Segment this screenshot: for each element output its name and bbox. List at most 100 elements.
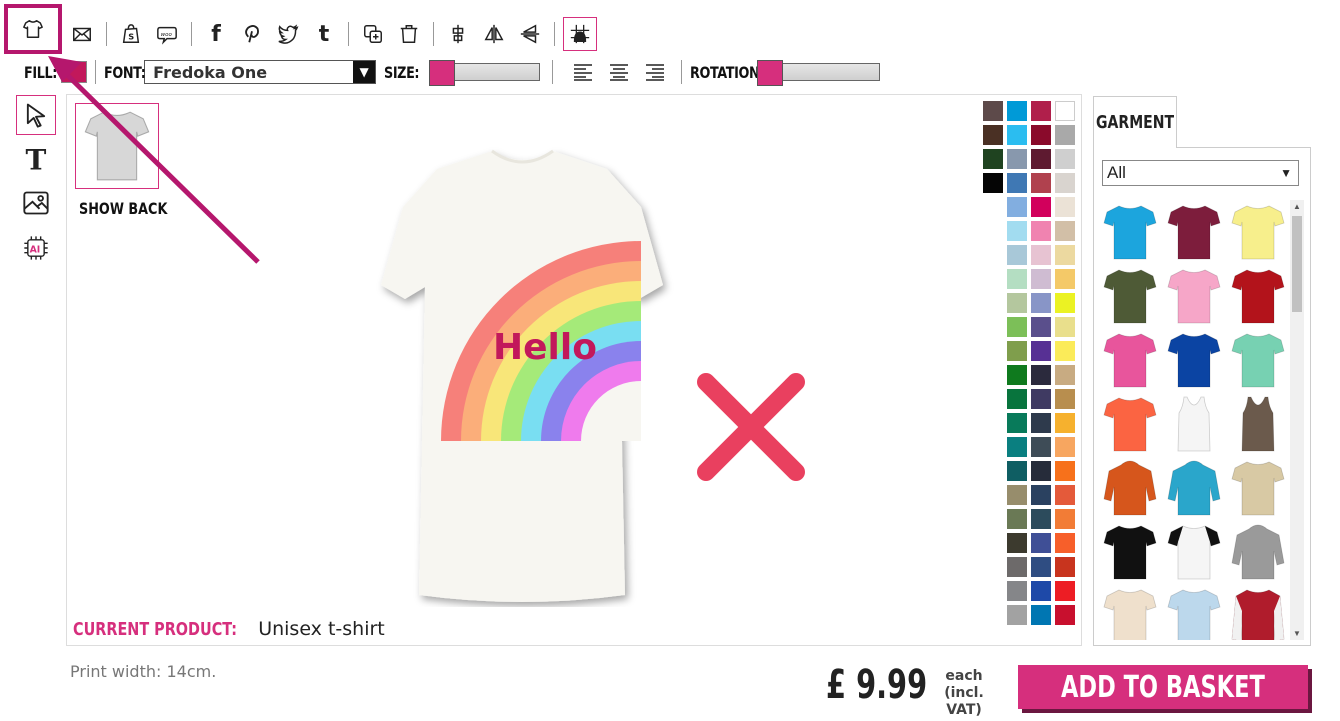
font-select[interactable]: Fredoka One ▼ [144, 60, 377, 84]
pinterest-button[interactable] [236, 18, 268, 50]
color-swatch[interactable] [1007, 365, 1027, 385]
garment-item-tshirt-coral[interactable] [1098, 392, 1162, 456]
color-swatch[interactable] [1031, 509, 1051, 529]
color-swatch[interactable] [1007, 437, 1027, 457]
garment-item-tshirt-fuchsia[interactable] [1098, 328, 1162, 392]
size-slider-handle[interactable] [429, 60, 456, 86]
rotation-slider-handle[interactable] [757, 60, 784, 86]
garment-item-vest-white[interactable] [1162, 392, 1226, 456]
color-swatch[interactable] [1007, 485, 1027, 505]
color-swatch[interactable] [1031, 245, 1051, 265]
fill-color-swatch[interactable] [61, 61, 88, 83]
color-swatch[interactable] [1007, 341, 1027, 361]
scroll-down-icon[interactable]: ▼ [1293, 629, 1301, 638]
color-swatch[interactable] [1007, 389, 1027, 409]
color-swatch[interactable] [1055, 101, 1075, 121]
color-swatch[interactable] [1031, 341, 1051, 361]
color-swatch[interactable] [1055, 509, 1075, 529]
color-swatch[interactable] [1031, 197, 1051, 217]
garment-item-tshirt-pink[interactable] [1162, 264, 1226, 328]
garment-item-tshirt-black[interactable] [1098, 520, 1162, 584]
color-swatch[interactable] [983, 101, 1003, 121]
garment-item-hoodie-orange[interactable] [1098, 456, 1162, 520]
color-swatch[interactable] [1031, 173, 1051, 193]
color-swatch[interactable] [1055, 341, 1075, 361]
delete-button[interactable] [393, 18, 425, 50]
color-swatch[interactable] [1055, 389, 1075, 409]
color-swatch[interactable] [1007, 293, 1027, 313]
garment-item-jacket-varsity[interactable] [1226, 584, 1290, 640]
scrollbar-thumb[interactable] [1292, 216, 1302, 312]
color-swatch[interactable] [1055, 605, 1075, 625]
color-swatch[interactable] [1055, 221, 1075, 241]
color-swatch[interactable] [1055, 245, 1075, 265]
product-button[interactable] [4, 4, 62, 54]
align-left-button[interactable] [567, 56, 599, 88]
color-swatch[interactable] [1031, 413, 1051, 433]
tumblr-button[interactable]: t [308, 18, 340, 50]
garment-item-tshirt-maroon[interactable] [1162, 200, 1226, 264]
color-swatch[interactable] [1007, 245, 1027, 265]
color-swatch[interactable] [1031, 581, 1051, 601]
color-swatch[interactable] [1007, 605, 1027, 625]
twitter-button[interactable] [272, 18, 304, 50]
garment-scrollbar[interactable]: ▲ ▼ [1290, 200, 1304, 640]
color-swatch[interactable] [1007, 149, 1027, 169]
color-swatch[interactable] [1055, 293, 1075, 313]
shopify-button[interactable]: S [115, 18, 147, 50]
garment-item-tshirt-olive[interactable] [1098, 264, 1162, 328]
color-swatch[interactable] [1007, 221, 1027, 241]
size-slider[interactable] [429, 60, 541, 86]
scroll-up-icon[interactable]: ▲ [1293, 202, 1301, 211]
color-swatch[interactable] [1031, 269, 1051, 289]
show-back-thumbnail[interactable] [75, 103, 159, 189]
color-swatch[interactable] [1007, 269, 1027, 289]
garment-item-tshirt-light-blue[interactable] [1162, 584, 1226, 640]
center-button[interactable] [442, 18, 474, 50]
garment-item-tshirt-red[interactable] [1226, 264, 1290, 328]
garment-item-tshirt-lemon[interactable] [1226, 200, 1290, 264]
flip-vertical-button[interactable] [514, 18, 546, 50]
color-swatch[interactable] [1055, 365, 1075, 385]
duplicate-button[interactable] [357, 18, 389, 50]
grid-toggle-button[interactable] [563, 17, 597, 51]
garment-item-hoodie-turquoise[interactable] [1162, 456, 1226, 520]
color-swatch[interactable] [1007, 509, 1027, 529]
color-swatch[interactable] [1031, 461, 1051, 481]
color-swatch[interactable] [1031, 533, 1051, 553]
color-swatch[interactable] [1007, 125, 1027, 145]
garment-item-tshirt-tiedye[interactable] [1226, 456, 1290, 520]
garment-item-tshirt-natural[interactable] [1098, 584, 1162, 640]
color-swatch[interactable] [1055, 149, 1075, 169]
color-swatch[interactable] [1007, 581, 1027, 601]
color-swatch[interactable] [1031, 437, 1051, 457]
color-swatch[interactable] [1031, 485, 1051, 505]
color-swatch[interactable] [1031, 149, 1051, 169]
color-swatch[interactable] [1031, 221, 1051, 241]
color-swatch[interactable] [1055, 125, 1075, 145]
rotation-slider[interactable] [757, 60, 881, 86]
color-swatch[interactable] [983, 173, 1003, 193]
garment-item-raglan-black-white[interactable] [1162, 520, 1226, 584]
image-tool[interactable] [16, 183, 56, 223]
color-swatch[interactable] [1007, 557, 1027, 577]
color-swatch[interactable] [1031, 317, 1051, 337]
color-swatch[interactable] [1031, 557, 1051, 577]
color-swatch[interactable] [1055, 485, 1075, 505]
align-center-text-button[interactable] [603, 56, 635, 88]
garment-item-tshirt-mint[interactable] [1226, 328, 1290, 392]
garment-item-hoodie-grey[interactable] [1226, 520, 1290, 584]
color-swatch[interactable] [983, 125, 1003, 145]
tab-garment[interactable]: GARMENT [1093, 96, 1177, 148]
color-swatch[interactable] [1031, 365, 1051, 385]
color-swatch[interactable] [1031, 293, 1051, 313]
color-swatch[interactable] [1055, 437, 1075, 457]
color-swatch[interactable] [1055, 461, 1075, 481]
color-swatch[interactable] [1031, 605, 1051, 625]
color-swatch[interactable] [1031, 389, 1051, 409]
color-swatch[interactable] [1007, 461, 1027, 481]
message-button[interactable] [66, 18, 98, 50]
color-swatch[interactable] [1007, 317, 1027, 337]
color-swatch[interactable] [1055, 173, 1075, 193]
color-swatch[interactable] [1055, 557, 1075, 577]
